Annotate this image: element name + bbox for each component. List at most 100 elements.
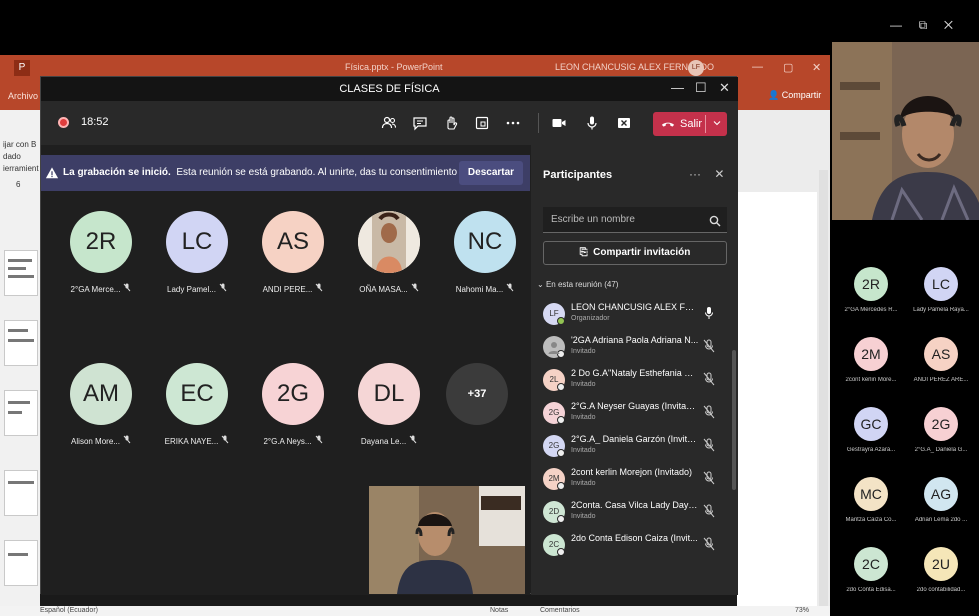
profile-photo xyxy=(358,211,420,273)
participant-tile[interactable]: EC ERIKA NAYE... xyxy=(157,363,237,446)
status-notes[interactable]: Notas xyxy=(490,607,508,614)
more-participants-button[interactable]: +37 xyxy=(446,363,508,425)
participant-tile[interactable]: DL Dayana Le... xyxy=(349,363,429,446)
participant-tile[interactable]: 2G 2°G.A Neys... xyxy=(253,363,333,446)
strip-participant-avatar: MC xyxy=(854,477,888,511)
strip-participant-name: 2do Conta Edisa... xyxy=(846,587,896,593)
strip-participant-tile[interactable]: MC Maritza Caiza Co... xyxy=(836,477,906,523)
strip-participant-avatar: AS xyxy=(924,337,958,371)
ppt-close-icon[interactable]: ✕ xyxy=(812,61,821,74)
strip-participant-tile[interactable]: AG Adrian Lema 2do ... xyxy=(906,477,976,523)
participant-list-avatar: 2M xyxy=(543,468,565,490)
strip-participant-tile[interactable]: 2C 2do Conta Edisa... xyxy=(836,547,906,593)
slide-scrollbar[interactable] xyxy=(819,170,828,606)
participant-avatar: 2G xyxy=(262,363,324,425)
muted-mic-icon xyxy=(703,438,715,452)
status-language[interactable]: Español (Ecuador) xyxy=(40,607,98,614)
slide-thumbnail[interactable] xyxy=(4,250,38,296)
participant-row[interactable]: 2C 2do Conta Edison Caiza (Invit... xyxy=(531,528,738,560)
participant-tile[interactable]: AS ANDI PERE... xyxy=(253,211,333,294)
slide-thumbnail[interactable] xyxy=(4,470,38,516)
participant-search-input[interactable] xyxy=(543,207,727,233)
ppt-share-button[interactable]: 👤 Compartir xyxy=(768,90,821,101)
mic-button[interactable] xyxy=(581,112,603,134)
strip-participant-tile[interactable]: 2M 2cont kerlin More... xyxy=(836,337,906,383)
participant-row[interactable]: '2GA Adriana Paola Adriana N... Invitado xyxy=(531,330,738,362)
teams-title-bar: CLASES DE FÍSICA — ☐ ✕ xyxy=(41,77,738,101)
presence-status-icon xyxy=(557,515,565,523)
more-icon xyxy=(506,121,520,125)
participant-avatar: EC xyxy=(166,363,228,425)
participant-row[interactable]: 2D 2Conta. Casa Vilca Lady Daya... Invitad… xyxy=(531,495,738,527)
search-icon[interactable] xyxy=(709,215,721,227)
participant-tile[interactable]: NC Nahomi Ma... xyxy=(445,211,525,294)
participant-row[interactable]: 2G 2°G.A Neyser Guayas (Invitado) Invitado xyxy=(531,396,738,428)
participant-tile[interactable]: OÑA MASA... xyxy=(349,211,429,294)
strip-restore-icon[interactable]: ⧉ xyxy=(919,18,928,32)
participant-tile-name: Dayana Le... xyxy=(349,435,429,446)
strip-participant-tile[interactable]: LC Lady Pamela Raya... xyxy=(906,267,976,313)
strip-participant-tile[interactable]: GC Gestrayra Azará... xyxy=(836,407,906,453)
participant-name: 2°GA Merce... xyxy=(70,285,121,294)
in-meeting-count: En esta reunión (47) xyxy=(545,280,619,289)
panel-more-icon[interactable]: ··· xyxy=(689,167,701,181)
panel-close-icon[interactable]: ✕ xyxy=(714,167,724,181)
muted-mic-icon xyxy=(411,283,419,294)
teams-maximize-icon[interactable]: ☐ xyxy=(695,80,707,96)
participant-tile[interactable]: LC Lady Pamel... xyxy=(157,211,237,294)
participant-row[interactable]: 2G 2°G.A_ Daniela Garzón (Invita... Invita… xyxy=(531,429,738,461)
breakout-rooms-icon xyxy=(475,116,489,130)
participant-role: Invitado xyxy=(571,414,596,421)
recording-banner: La grabación se inició. Esta reunión se … xyxy=(41,155,530,191)
muted-mic-icon xyxy=(703,471,715,485)
slide-thumbnail[interactable] xyxy=(4,390,38,436)
participants-toggle-button[interactable] xyxy=(378,112,400,134)
participant-tile[interactable]: AM Alison More... xyxy=(61,363,141,446)
rooms-button[interactable] xyxy=(471,112,493,134)
strip-participant-tile[interactable]: 2R 2°GA Mercedes R... xyxy=(836,267,906,313)
strip-minimize-icon[interactable]: — xyxy=(890,18,902,32)
strip-participant-tile[interactable]: 2G 2°G.A_ Daniela G... xyxy=(906,407,976,453)
strip-participant-name: 2cont kerlin More... xyxy=(845,377,897,383)
participant-tile[interactable]: 2R 2°GA Merce... xyxy=(61,211,141,294)
slide-thumbnail[interactable] xyxy=(4,320,38,366)
ppt-maximize-icon[interactable]: ▢ xyxy=(783,61,793,74)
strip-close-icon[interactable]: ✕ xyxy=(944,18,953,32)
strip-participant-tile[interactable]: AS ANDI PEREZ ARE... xyxy=(906,337,976,383)
microphone-icon xyxy=(703,306,715,320)
dismiss-banner-button[interactable]: Descartar xyxy=(459,161,523,185)
share-screen-button[interactable] xyxy=(613,112,635,134)
self-video-preview[interactable] xyxy=(369,486,525,594)
participant-avatar: AM xyxy=(70,363,132,425)
presenter-camera-feed[interactable] xyxy=(832,42,979,220)
status-zoom[interactable]: 73% xyxy=(795,607,809,614)
hang-up-icon xyxy=(661,122,675,127)
camera-button[interactable] xyxy=(548,112,570,134)
participant-row[interactable]: 2L 2 Do G.A"Nataly Esthefania M... Invitad… xyxy=(531,363,738,395)
participant-row[interactable]: 2M 2cont kerlin Morejon (Invitado) Invitad… xyxy=(531,462,738,494)
muted-mic-icon xyxy=(703,372,715,386)
participant-list-avatar: LF xyxy=(543,303,565,325)
participant-list-name: '2GA Adriana Paola Adriana N... xyxy=(571,335,699,345)
share-invite-button[interactable]: ⎘ Compartir invitación xyxy=(543,241,727,265)
participant-role: Invitado xyxy=(571,480,596,487)
participant-row[interactable]: LF LEON CHANCUSIG ALEX FER... Organizador xyxy=(531,297,738,329)
chat-button[interactable] xyxy=(409,112,431,134)
more-actions-button[interactable] xyxy=(502,112,524,134)
teams-minimize-icon[interactable]: — xyxy=(671,80,684,95)
slide-thumbnail[interactable] xyxy=(4,540,38,586)
status-comments[interactable]: Comentarios xyxy=(540,607,580,614)
participant-list-scrollbar[interactable] xyxy=(732,350,736,490)
reactions-button[interactable] xyxy=(440,112,462,134)
participant-list: LF LEON CHANCUSIG ALEX FER... Organizador '… xyxy=(531,297,738,561)
in-meeting-section-header[interactable]: ⌄ En esta reunión (47) xyxy=(537,280,618,289)
powerpoint-user-avatar[interactable]: LF xyxy=(688,60,704,76)
chevron-down-icon[interactable] xyxy=(711,117,723,129)
teams-close-icon[interactable]: ✕ xyxy=(719,80,730,96)
leave-button[interactable]: Salir xyxy=(653,112,727,136)
slide-snippet: ijar con B xyxy=(3,140,37,149)
strip-participant-tile[interactable]: 2U 2do contabilidad... xyxy=(906,547,976,593)
presence-status-icon xyxy=(557,449,565,457)
ribbon-tab-file[interactable]: Archivo xyxy=(8,91,38,101)
ppt-minimize-icon[interactable]: — xyxy=(752,61,763,73)
